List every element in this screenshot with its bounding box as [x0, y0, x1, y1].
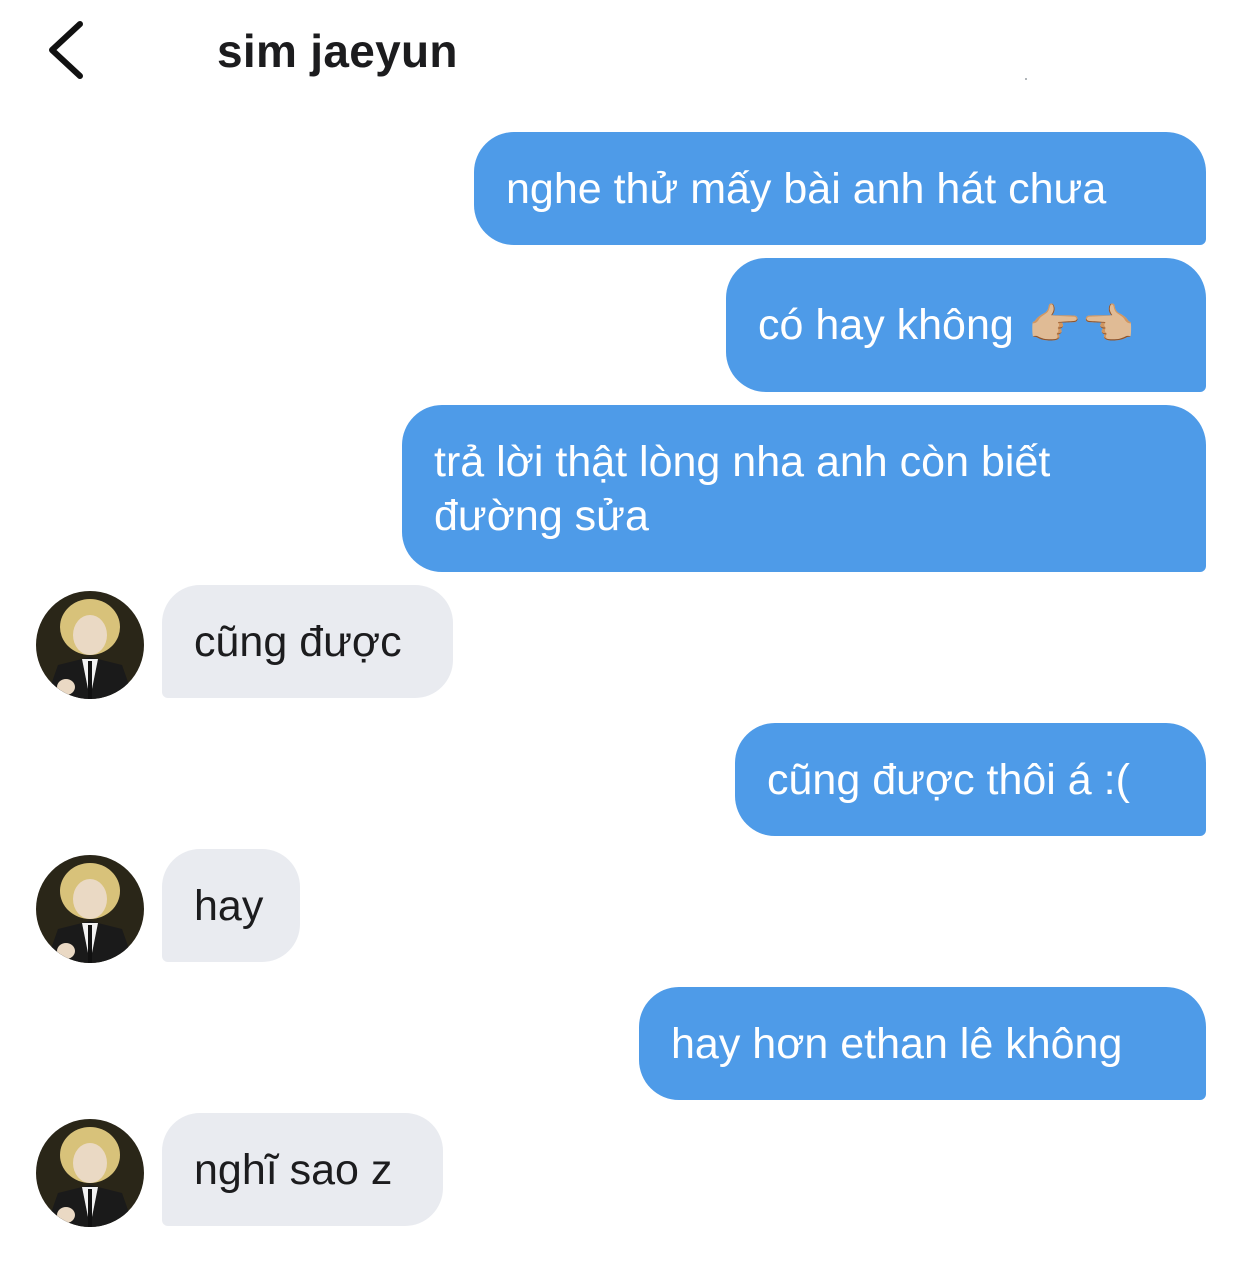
- message-bubble-incoming[interactable]: nghĩ sao z: [162, 1113, 443, 1226]
- message-text: hay: [194, 881, 264, 930]
- message-bubble-outgoing[interactable]: trả lời thật lòng nha anh còn biết đường…: [402, 405, 1206, 572]
- message-bubble-incoming[interactable]: cũng được: [162, 585, 453, 698]
- contact-name[interactable]: sim jaeyun: [217, 24, 458, 78]
- message-text: nghĩ sao z: [194, 1145, 393, 1194]
- message-text: cũng được: [194, 617, 402, 666]
- message-bubble-incoming[interactable]: hay: [162, 849, 300, 962]
- header-dot: [1025, 78, 1027, 80]
- contact-avatar[interactable]: [36, 1119, 144, 1227]
- message-bubble-outgoing[interactable]: cũng được thôi á :(: [735, 723, 1206, 836]
- message-bubble-outgoing[interactable]: hay hơn ethan lê không: [639, 987, 1206, 1100]
- pointing-hands-emoji: 👉🏼👈🏼: [1027, 301, 1135, 349]
- contact-avatar[interactable]: [36, 855, 144, 963]
- message-bubble-outgoing[interactable]: nghe thử mấy bài anh hát chưa: [474, 132, 1206, 245]
- chevron-left-icon: [49, 21, 83, 79]
- message-bubble-outgoing[interactable]: có hay không 👉🏼👈🏼: [726, 258, 1206, 392]
- message-text: cũng được thôi á :(: [767, 755, 1130, 804]
- contact-avatar[interactable]: [36, 591, 144, 699]
- message-text: có hay không: [758, 301, 1014, 349]
- back-button[interactable]: [38, 18, 98, 82]
- chat-header: sim jaeyun: [0, 0, 1242, 100]
- message-text-line-1: trả lời thật lòng nha anh còn biết: [434, 437, 1051, 486]
- message-text: nghe thử mấy bài anh hát chưa: [506, 164, 1107, 213]
- message-text-line-2: đường sửa: [434, 491, 649, 540]
- message-text: hay hơn ethan lê không: [671, 1019, 1123, 1068]
